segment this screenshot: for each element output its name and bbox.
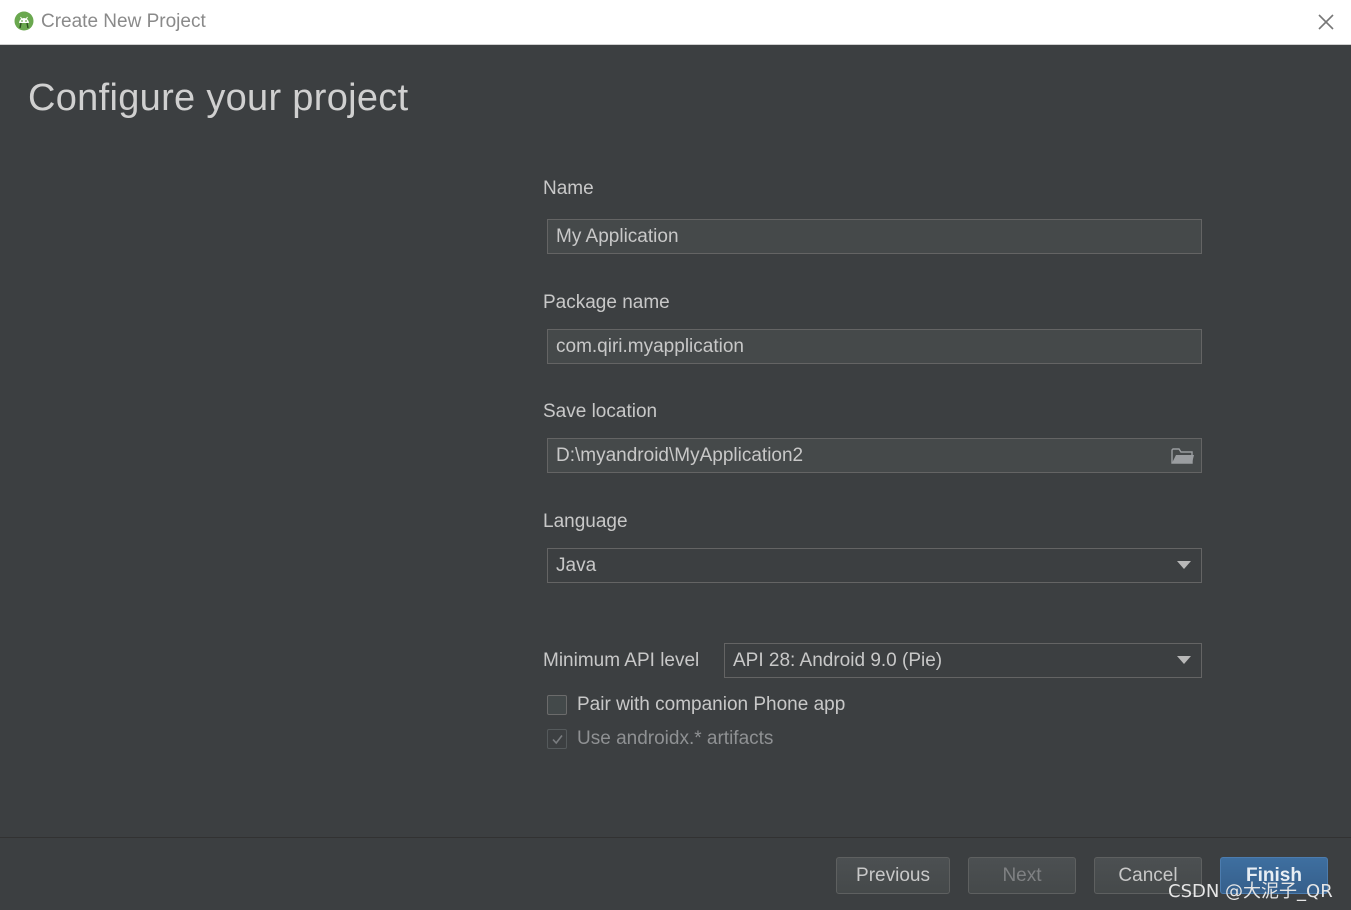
androidx-checkbox — [547, 729, 567, 749]
save-location-label: Save location — [543, 401, 658, 422]
language-select[interactable]: Java — [547, 548, 1202, 583]
androidx-label: Use androidx.* artifacts — [577, 728, 774, 749]
dialog-footer: Previous Next Cancel Finish — [0, 837, 1351, 910]
language-value: Java — [556, 555, 597, 576]
save-location-field[interactable]: D:\myandroid\MyApplication2 — [547, 438, 1202, 473]
window-title: Create New Project — [41, 11, 206, 32]
window-titlebar: Create New Project — [0, 0, 1351, 45]
previous-button[interactable]: Previous — [836, 857, 950, 894]
language-label: Language — [543, 511, 628, 532]
folder-icon[interactable] — [1171, 446, 1195, 466]
watermark-text: CSDN @大泥子_QR — [1168, 881, 1333, 902]
page-title: Configure your project — [28, 77, 409, 119]
package-name-field[interactable]: com.qiri.myapplication — [547, 329, 1202, 364]
chevron-down-icon — [1177, 656, 1191, 664]
min-api-value: API 28: Android 9.0 (Pie) — [733, 650, 943, 671]
min-api-select[interactable]: API 28: Android 9.0 (Pie) — [724, 643, 1202, 678]
pair-companion-label: Pair with companion Phone app — [577, 694, 846, 715]
chevron-down-icon — [1177, 561, 1191, 569]
close-icon[interactable] — [1312, 8, 1340, 36]
save-location-value: D:\myandroid\MyApplication2 — [556, 445, 804, 466]
checkmark-icon — [552, 735, 563, 745]
name-field[interactable]: My Application — [547, 219, 1202, 254]
android-studio-icon — [14, 11, 34, 31]
pair-companion-checkbox[interactable] — [547, 695, 567, 715]
min-api-label: Minimum API level — [543, 650, 700, 671]
package-name-label: Package name — [543, 292, 670, 313]
name-label: Name — [543, 178, 594, 199]
next-button: Next — [968, 857, 1076, 894]
dialog-content: Configure your project Name My Applicati… — [0, 45, 1351, 837]
